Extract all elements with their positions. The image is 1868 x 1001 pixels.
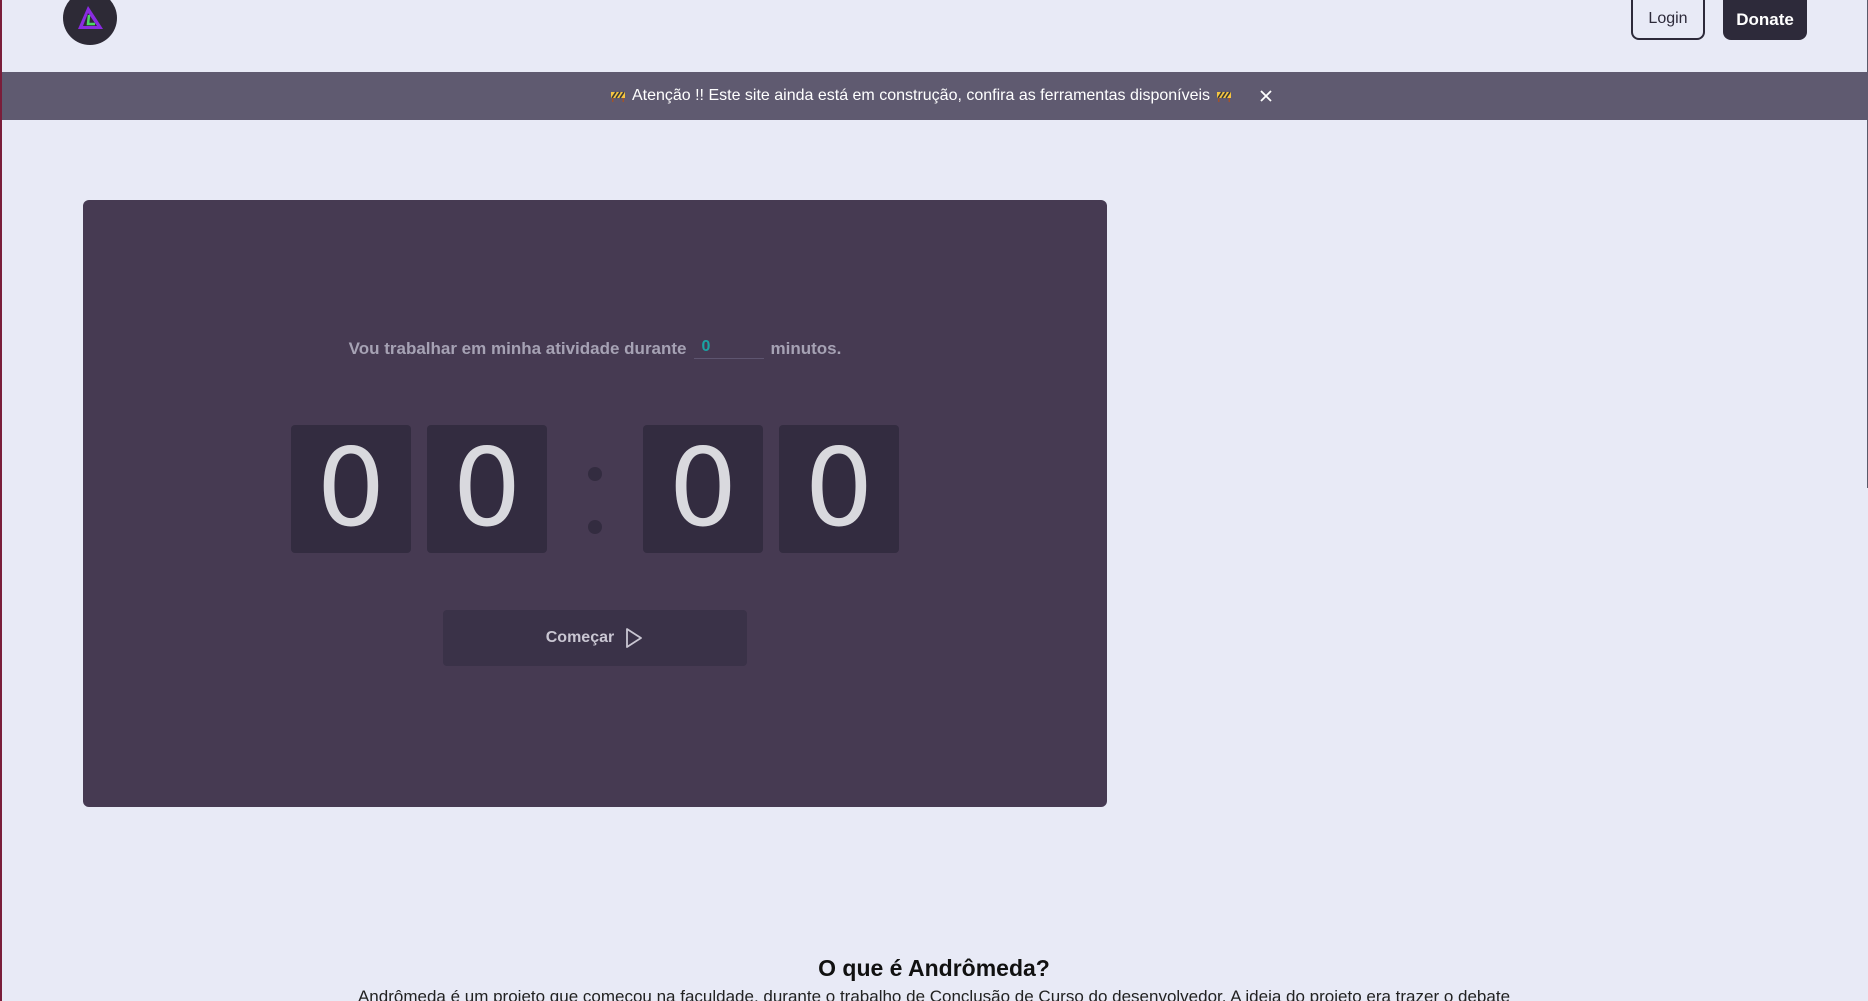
seconds-tens-digit: 0 bbox=[643, 425, 763, 553]
duration-suffix: minutos. bbox=[770, 338, 842, 358]
logo[interactable] bbox=[63, 0, 117, 45]
donate-button[interactable]: Donate bbox=[1723, 0, 1807, 40]
minutes-ones-digit: 0 bbox=[427, 425, 547, 553]
about-heading: O que é Andrômeda? bbox=[818, 955, 1050, 981]
banner-text: Atenção !! Este site ainda está em const… bbox=[631, 87, 1211, 104]
colon-dot-top bbox=[588, 467, 602, 481]
minutes-tens-digit: 0 bbox=[291, 425, 411, 553]
login-button[interactable]: Login bbox=[1631, 0, 1705, 40]
page: Login Donate Atenção !! Este site ainda … bbox=[0, 0, 1868, 1001]
colon-dot-bottom bbox=[588, 520, 602, 534]
andromeda-triangle-logo-icon bbox=[78, 6, 103, 29]
start-button-label: Começar bbox=[545, 629, 615, 646]
construction-sign-icon bbox=[610, 91, 625, 102]
construction-sign-icon bbox=[1217, 91, 1232, 102]
duration-prefix: Vou trabalhar em minha atividade durante bbox=[348, 338, 687, 358]
close-icon[interactable] bbox=[1258, 88, 1274, 104]
play-icon bbox=[626, 628, 643, 648]
about-description: Andrômeda é um projeto que começou na fa… bbox=[357, 987, 1511, 1001]
header: Login Donate bbox=[0, 0, 1868, 72]
seconds-ones-digit: 0 bbox=[779, 425, 899, 553]
construction-banner: Atenção !! Este site ainda está em const… bbox=[2, 72, 1868, 120]
minutes-input[interactable] bbox=[693, 338, 764, 359]
duration-line: Vou trabalhar em minha atividade durante… bbox=[83, 338, 1107, 359]
window-edge bbox=[0, 0, 2, 1001]
pomodoro-timer-card: Vou trabalhar em minha atividade durante… bbox=[83, 200, 1107, 807]
start-button[interactable]: Começar bbox=[443, 610, 747, 666]
banner-message: Atenção !! Este site ainda está em const… bbox=[610, 87, 1232, 105]
